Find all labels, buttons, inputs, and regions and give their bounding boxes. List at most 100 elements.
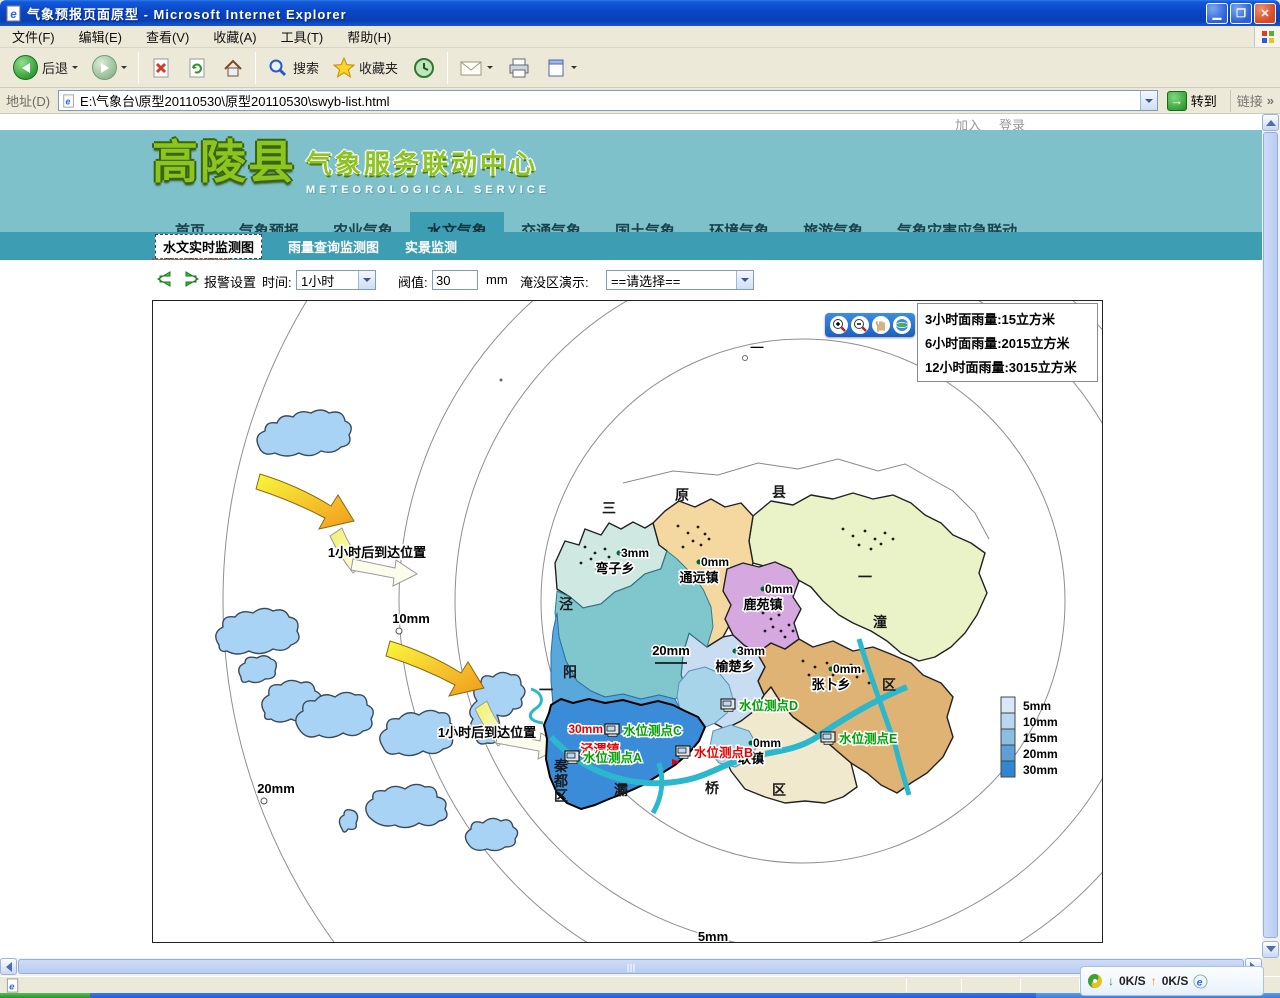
town-name-tongyuan: 通远镇 (679, 570, 718, 585)
speed-monitor-gadget[interactable]: ↓ 0K/S ↑ 0K/S e (1080, 966, 1264, 996)
flood-select-arrow-icon (736, 271, 753, 289)
print-button[interactable] (500, 54, 538, 82)
neighbor-label: 区 (772, 782, 786, 798)
station-C[interactable]: 水位测点C (605, 723, 682, 738)
neighbor-label: 桥 (705, 780, 720, 796)
print-icon (507, 57, 531, 79)
window-titlebar[interactable]: e 气象预报页面原型 - Microsoft Internet Explorer… (0, 0, 1280, 26)
toolbar-separator (255, 52, 256, 84)
ie-app-icon: e (6, 5, 23, 22)
zoom-in-icon[interactable] (830, 316, 848, 334)
town-rain-tongyuan: 0mm (701, 555, 729, 569)
edit-page-icon (545, 57, 567, 79)
subnav-live-view[interactable]: 实景监测 (405, 237, 457, 256)
close-button[interactable]: ✕ (1254, 3, 1276, 24)
address-url: E:\气象台\原型20110530\原型20110530\swyb-list.h… (80, 91, 390, 110)
tiny-marker-icon (500, 379, 503, 382)
search-icon (267, 57, 289, 79)
menu-favorites[interactable]: 收藏(A) (201, 25, 268, 48)
rainfall-summary-box: 3小时面雨量:15立方米 6小时面雨量:2015立方米 12小时面雨量:3015… (917, 303, 1098, 382)
legend-label: 20mm (1023, 747, 1058, 761)
ring-marker-icon (261, 798, 267, 804)
menu-help[interactable]: 帮助(H) (335, 25, 403, 48)
status-divider (906, 979, 907, 992)
vertical-scroll-thumb[interactable] (1263, 132, 1278, 938)
scroll-left-button[interactable] (0, 958, 17, 975)
menu-tools[interactable]: 工具(T) (269, 25, 336, 48)
hydrology-map[interactable]: 1小时后到达位置 1小时后到达位置 (152, 300, 1103, 943)
flood-demo-select[interactable]: ==请选择== (606, 270, 754, 290)
scale-dash-label: — (751, 339, 764, 354)
start-button[interactable] (0, 993, 90, 998)
menu-bar: 文件(F) 编辑(E) 查看(V) 收藏(A) 工具(T) 帮助(H) (0, 26, 1280, 48)
status-divider (961, 979, 962, 992)
threshold-input[interactable]: 30 (432, 270, 478, 290)
next-arrow-icon (186, 272, 198, 286)
browser-toolbar: 后退 (0, 48, 1280, 88)
prev-arrow-icon (158, 272, 170, 286)
menu-file[interactable]: 文件(F) (0, 25, 67, 48)
vertical-scrollbar[interactable] (1262, 114, 1280, 958)
search-label: 搜索 (293, 58, 319, 77)
stop-button[interactable] (143, 54, 179, 82)
mail-icon (459, 58, 483, 78)
station-A[interactable]: 水位测点A (565, 750, 642, 765)
window-title: 气象预报页面原型 - Microsoft Internet Explorer (27, 4, 1206, 23)
links-label: 链接 (1237, 91, 1263, 110)
arrival-label-2: 1小时后到达位置 (438, 725, 536, 740)
search-button[interactable]: 搜索 (260, 54, 326, 82)
mail-button[interactable] (452, 55, 500, 81)
subnav-realtime-monitor[interactable]: 水文实时监测图 (155, 234, 262, 259)
subnav-rain-query[interactable]: 雨量查询监测图 (288, 237, 379, 256)
edit-button[interactable] (538, 54, 584, 82)
back-button[interactable]: 后退 (6, 52, 85, 83)
favorites-button[interactable]: 收藏夹 (326, 54, 405, 82)
refresh-icon (186, 57, 208, 79)
back-label: 后退 (42, 58, 68, 77)
address-dropdown-button[interactable] (1140, 91, 1157, 110)
time-select[interactable]: 1小时 (296, 270, 376, 290)
horizontal-scrollbar[interactable] (0, 958, 1262, 976)
scroll-down-button[interactable] (1262, 941, 1279, 958)
town-name-yuchu: 榆楚乡 (715, 659, 754, 674)
map-toolbar (825, 313, 915, 337)
station-D[interactable]: 水位测点D (721, 698, 798, 713)
restore-button[interactable]: ❐ (1230, 3, 1252, 24)
home-button[interactable] (215, 54, 251, 82)
globe-icon[interactable] (893, 316, 911, 334)
menu-edit[interactable]: 编辑(E) (67, 25, 134, 48)
go-button[interactable]: → 转到 (1164, 89, 1224, 113)
download-arrow-icon: ↓ (1108, 974, 1114, 988)
refresh-button[interactable] (179, 54, 215, 82)
pager-arrows[interactable] (156, 270, 200, 288)
site-logo: 高陵县 气象服务联动中心 METEOROLOGICAL SERVICE (152, 136, 550, 196)
forward-button[interactable] (85, 52, 134, 83)
history-button[interactable] (405, 53, 443, 83)
neighbor-label: 原 (675, 487, 689, 503)
town-rain-wanzi: 3mm (621, 546, 649, 560)
links-zone[interactable]: 链接 » (1230, 90, 1280, 112)
zoom-out-icon[interactable] (851, 316, 869, 334)
station-E[interactable]: 水位测点E (821, 731, 897, 746)
alarm-controls: 报警设置 时间: 1小时 阀值: 30 mm 淹没区演示: ==请选择== (0, 260, 1262, 300)
map-canvas: 1小时后到达位置 1小时后到达位置 (153, 301, 1102, 942)
go-label: 转到 (1191, 91, 1217, 110)
horizontal-scroll-thumb[interactable] (18, 959, 1244, 974)
scroll-up-button[interactable] (1262, 114, 1279, 131)
edit-caret-icon (571, 66, 577, 72)
summary-6h: 6小时面雨量:2015立方米 (925, 333, 1090, 352)
legend-label: 10mm (1023, 715, 1058, 729)
neighbor-label: 区 (882, 677, 896, 693)
sub-nav: 水文实时监测图 雨量查询监测图 实景监测 (0, 232, 1262, 260)
neighbor-label: 一 (539, 682, 553, 698)
storm-motion-arrows (256, 474, 484, 696)
menu-view[interactable]: 查看(V) (134, 25, 201, 48)
pan-hand-icon[interactable] (872, 316, 890, 334)
minimize-button[interactable]: ▁ (1206, 3, 1228, 24)
address-input[interactable]: e E:\气象台\原型20110530\原型20110530\swyb-list… (58, 90, 1158, 111)
neighbor-label: 秦 (553, 758, 569, 774)
mail-caret-icon (487, 66, 493, 72)
legend-label: 15mm (1023, 731, 1058, 745)
upload-arrow-icon: ↑ (1151, 974, 1157, 988)
neighbor-label: 县 (772, 484, 786, 500)
